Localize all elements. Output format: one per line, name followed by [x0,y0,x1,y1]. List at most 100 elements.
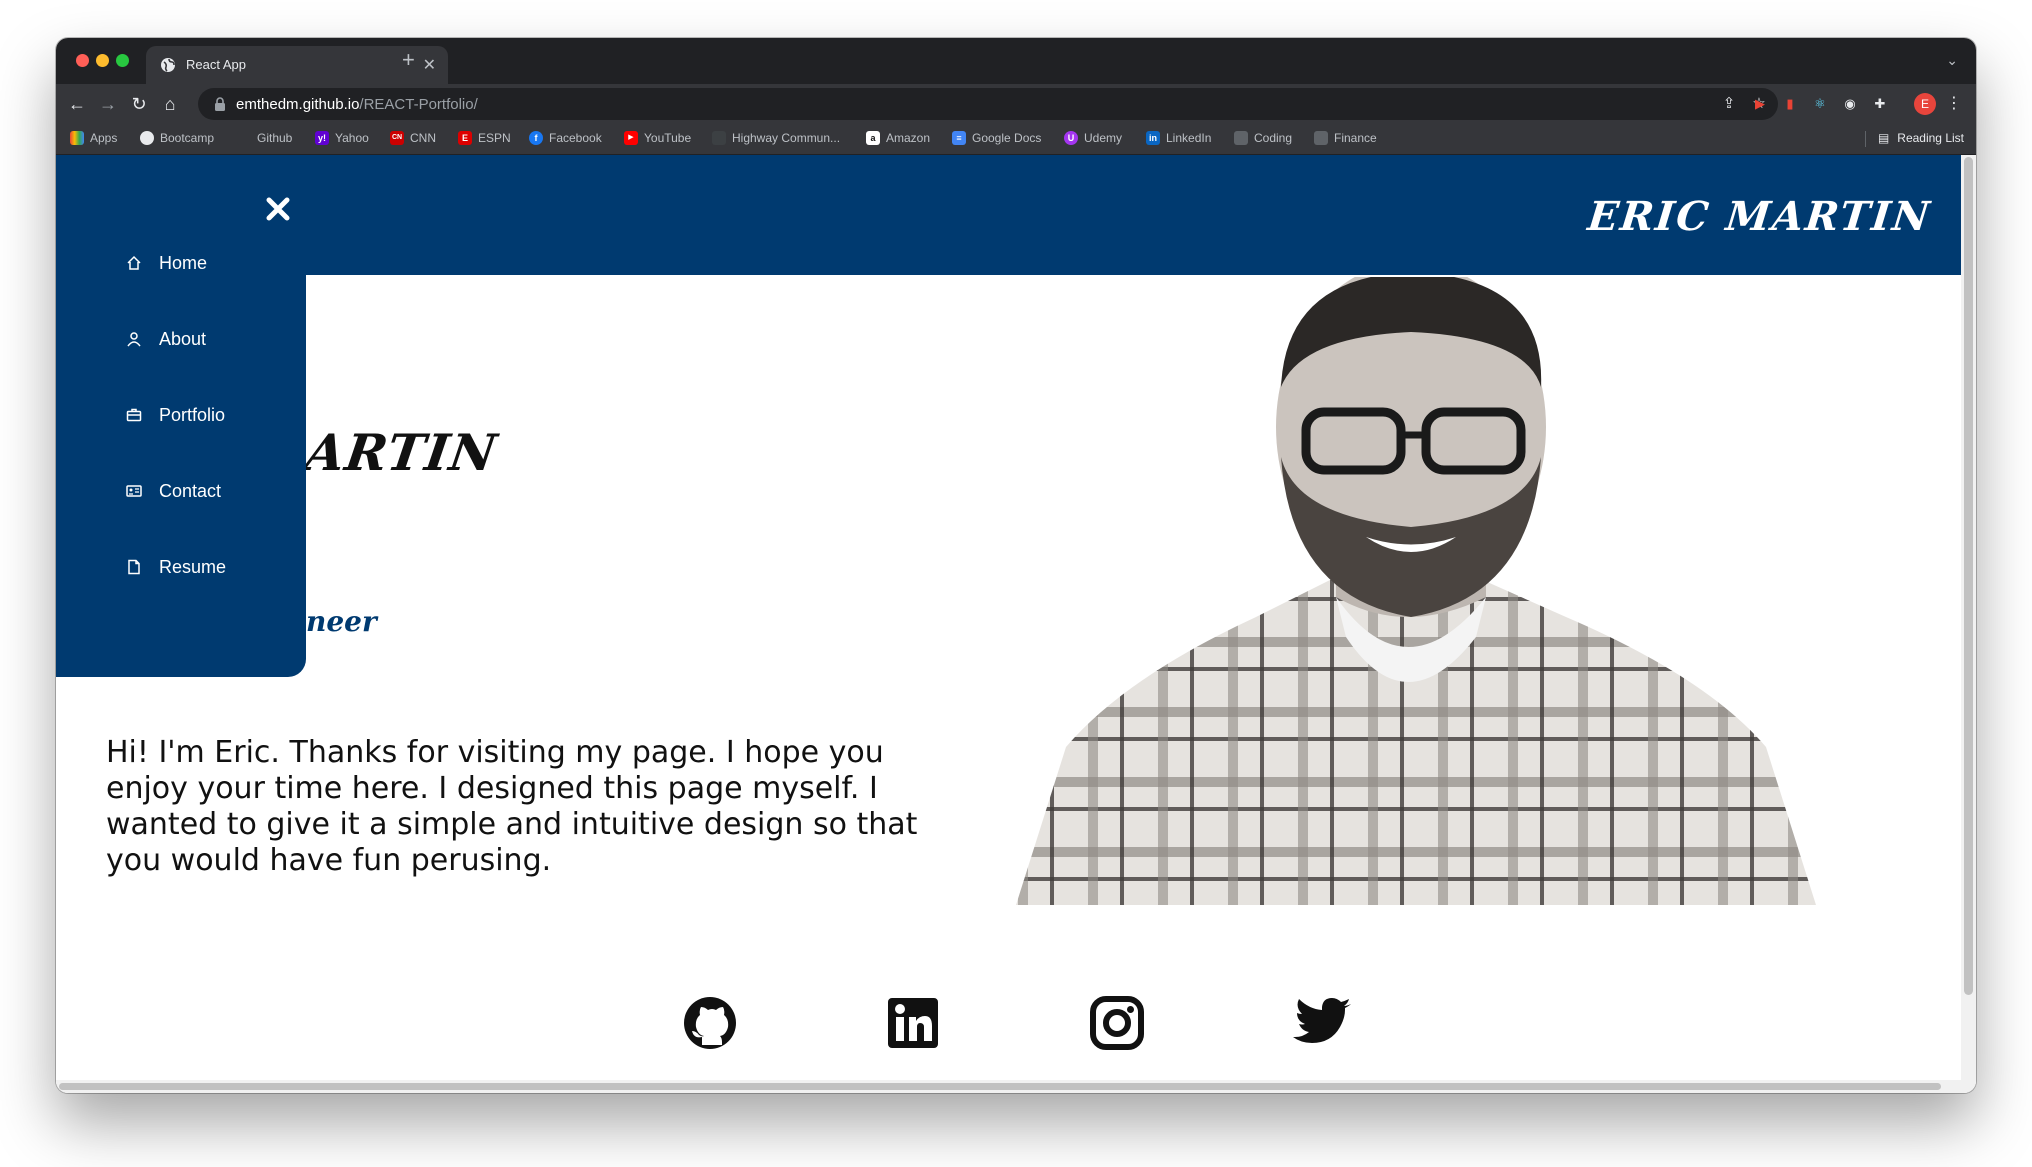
bookmark-cnn[interactable]: CN CNN [390,131,436,145]
github-icon [237,131,251,145]
highway-icon [712,131,726,145]
document-icon [128,559,140,575]
contact-card-icon [126,485,142,497]
vertical-scrollbar[interactable] [1961,155,1976,1093]
nav-label: Contact [159,480,222,501]
amazon-icon: a [866,131,880,145]
bookmark-folder-coding[interactable]: Coding [1234,131,1292,145]
nav-item-resume[interactable]: Resume [126,552,226,582]
bookmark-highway[interactable]: Highway Commun... [712,131,840,145]
nav-label: Portfolio [159,404,226,425]
bookmark-folder-finance[interactable]: Finance [1314,131,1377,145]
tab-title: React App [186,57,246,72]
nav-label: About [159,328,207,349]
bookmark-udemy[interactable]: U Udemy [1064,131,1122,145]
nav-label: Resume [159,556,227,577]
site-brand[interactable]: Eric Martin [1585,193,1933,240]
bookmark-label: Facebook [549,131,602,145]
docs-icon: ≡ [952,131,966,145]
bookmark-github[interactable]: Github [237,131,292,145]
cnn-icon: CN [390,131,404,145]
close-window-button[interactable] [76,54,89,67]
hero-name: ARTIN [301,423,501,482]
browser-menu-icon[interactable]: ⋮ [1946,93,1962,115]
bookmark-label: Google Docs [972,131,1042,145]
apps-grid-icon [70,131,84,145]
maximize-window-button[interactable] [116,54,129,67]
bookmark-label: Bootcamp [160,131,215,145]
nav-item-about[interactable]: About [126,324,206,354]
folder-icon [1234,131,1248,145]
instagram-icon[interactable] [1089,995,1145,1051]
briefcase-icon [126,408,142,422]
bookmark-espn[interactable]: E ESPN [458,131,511,145]
screenshot-extension-icon[interactable]: ◉ [1840,94,1860,114]
person-icon [127,332,141,347]
back-button[interactable]: ← [66,93,88,115]
forward-button[interactable]: → [97,93,119,115]
scrollbar-thumb[interactable] [1964,157,1973,995]
bookmarks-divider [1865,131,1866,147]
bookmark-label: Github [257,131,293,145]
globe-icon [140,131,154,145]
url-path: /REACT-Portfolio/ [359,96,478,113]
close-menu-icon[interactable] [264,195,292,223]
bookmark-label: Highway Commun... [732,131,841,145]
twitter-icon[interactable] [1293,995,1353,1051]
intro-text: Hi! I'm Eric. Thanks for visiting my pag… [106,735,918,878]
bookmark-apps[interactable]: Apps [70,131,117,145]
globe-icon [161,58,175,72]
extensions-puzzle-icon[interactable]: ✚ [1870,94,1890,114]
new-tab-button[interactable]: + [402,49,415,71]
bookmark-label: Finance [1334,131,1377,145]
side-nav-drawer: Home About Portfolio Contact Resume [56,155,306,677]
browser-toolbar: ← → ↻ ⌂ emthedm.github.io/REACT-Portfoli… [56,84,1976,124]
facebook-icon: f [529,131,543,145]
bookmark-youtube[interactable]: ▶ YouTube [624,131,691,145]
extension-video-icon[interactable]: ▶ [1750,94,1770,114]
share-icon[interactable]: ⇪ [1720,95,1738,113]
browser-window: React App ✕ + ⌄ ← → ↻ ⌂ emthedm.github.i… [56,38,1976,1093]
home-icon [127,255,141,270]
home-button[interactable]: ⌂ [159,93,181,115]
bookmark-label: Coding [1254,131,1293,145]
bookmark-label: Udemy [1084,131,1123,145]
reload-button[interactable]: ↻ [128,93,150,115]
tab-bar: React App ✕ + ⌄ [56,38,1976,84]
bookmark-facebook[interactable]: f Facebook [529,131,602,145]
hero-role: neer [306,605,377,638]
bookmark-amazon[interactable]: a Amazon [866,131,930,145]
react-devtools-icon[interactable]: ⚛ [1810,94,1830,114]
nav-item-contact[interactable]: Contact [126,476,221,506]
reading-list-button[interactable]: ▤ Reading List [1878,131,1964,145]
bookmark-google-docs[interactable]: ≡ Google Docs [952,131,1041,145]
tab-close-icon[interactable]: ✕ [423,55,436,75]
yahoo-icon: y! [315,131,329,145]
horizontal-scrollbar[interactable] [56,1080,1961,1093]
url-host: emthedm.github.io [236,96,360,113]
nav-item-portfolio[interactable]: Portfolio [126,400,225,430]
profile-avatar[interactable]: E [1914,93,1936,115]
page-viewport: Eric Martin ARTIN neer Hi! I'm Eric. Tha… [56,155,1976,1093]
bookmark-bootcamp[interactable]: Bootcamp [140,131,214,145]
udemy-icon: U [1064,131,1078,145]
nav-item-home[interactable]: Home [126,248,207,278]
minimize-window-button[interactable] [96,54,109,67]
bookmark-label: ESPN [478,131,511,145]
bookmark-label: YouTube [644,131,692,145]
tab-search-icon[interactable]: ⌄ [1946,52,1958,69]
extension-pdf-icon[interactable]: ▮ [1780,94,1800,114]
espn-icon: E [458,131,472,145]
bookmark-label: Amazon [886,131,931,145]
linkedin-icon[interactable] [885,995,941,1051]
bookmark-yahoo[interactable]: y! Yahoo [315,131,369,145]
address-bar[interactable]: emthedm.github.io/REACT-Portfolio/ ⇪ ☆ [198,88,1778,120]
bookmark-linkedin[interactable]: in LinkedIn [1146,131,1211,145]
reading-list-icon: ▤ [1877,131,1890,145]
scrollbar-thumb[interactable] [59,1083,1941,1090]
bookmark-label: Yahoo [335,131,369,145]
bookmark-label: LinkedIn [1166,131,1212,145]
youtube-icon: ▶ [624,131,638,145]
profile-photo [1016,277,1816,905]
github-icon[interactable] [682,995,738,1051]
